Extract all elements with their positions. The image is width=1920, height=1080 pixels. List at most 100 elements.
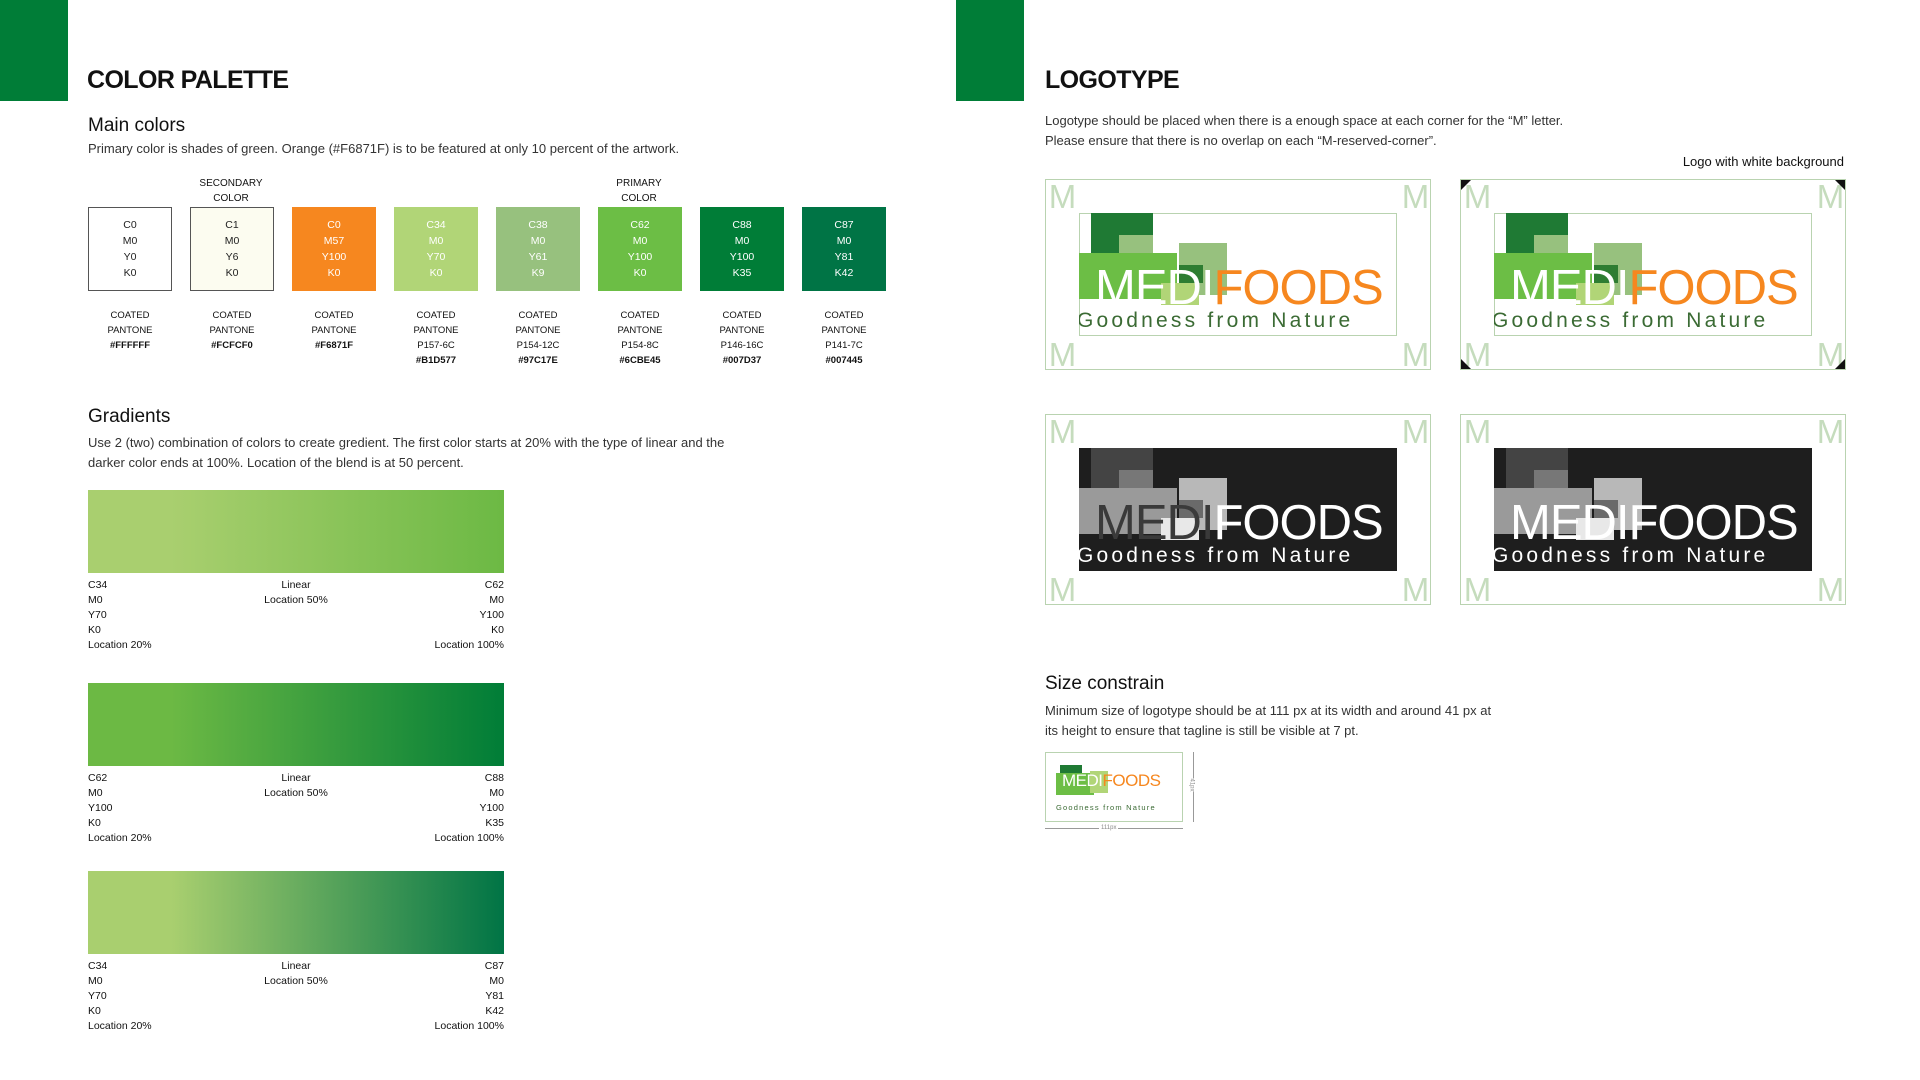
logo-artwork: MEDIFOODS Goodness from Nature [1079, 448, 1397, 571]
caption-line: COATED [212, 310, 252, 321]
gradient-center-values: Linear Location 50% [246, 578, 346, 608]
cmyk-value: C88 [732, 219, 752, 231]
corner-marker [1461, 180, 1471, 190]
logo-artwork: MEDIFOODS Goodness from Nature [1494, 213, 1812, 336]
caption-line: COATED [620, 310, 660, 321]
caption-line: PANTONE [617, 325, 663, 336]
swatch-caption: COATED PANTONE P141-7C #007445 [802, 308, 886, 368]
color-swatch: C1 M0 Y6 K0 [190, 207, 274, 291]
caption-line: PANTONE [311, 325, 357, 336]
caption-line: #007D37 [722, 355, 762, 366]
logo-square [1119, 235, 1153, 253]
caption-line: COATED [110, 310, 150, 321]
logo-square [1119, 470, 1153, 488]
caption-line: P141-7C [825, 340, 863, 351]
caption-line: PANTONE [107, 325, 153, 336]
mini-logo-tagline: Goodness from Nature [1056, 803, 1156, 812]
cmyk-value: Y61 [528, 251, 548, 263]
logo-square [1534, 470, 1568, 488]
m-corner-mark: M [1048, 415, 1077, 448]
value-line: M0 [88, 594, 103, 606]
m-corner-mark: M [1048, 573, 1077, 606]
caption-line: #007445 [825, 355, 863, 366]
caption-line: P154-12C [516, 340, 560, 351]
m-corner-mark: M [1463, 415, 1492, 448]
cmyk-value: C1 [225, 219, 239, 231]
logo-artwork: MEDIFOODS Goodness from Nature [1494, 448, 1812, 571]
value-line: K0 [491, 624, 504, 636]
caption-line: #97C17E [518, 355, 558, 366]
logo-square [1534, 235, 1568, 253]
swatch-caption: COATED PANTONE #FFFFFF [88, 308, 172, 353]
main-colors-heading: Main colors [88, 115, 186, 136]
m-corner-mark: M [1048, 338, 1077, 371]
left-accent-tab [0, 0, 68, 101]
caption-line: P157-6C [417, 340, 455, 351]
value-line: Location 20% [88, 832, 152, 844]
value-line: Linear [281, 579, 311, 591]
value-line: Y70 [88, 990, 107, 1002]
height-dimension-label: 41px [1188, 778, 1195, 792]
value-line: C34 [88, 960, 108, 972]
logo-word-medi: MEDI [1095, 261, 1214, 315]
value-line: Location 100% [434, 832, 504, 844]
m-corner-mark: M [1816, 415, 1845, 448]
color-swatch: C38 M0 Y61 K9 [496, 207, 580, 291]
caption-line: COATED [518, 310, 558, 321]
corner-marker [1835, 359, 1845, 369]
logo-card: M M M M MEDIFOODS Goodness from Nature [1045, 414, 1431, 606]
cmyk-value: Y81 [834, 251, 854, 263]
logotype-title: LOGOTYPE [1045, 66, 1180, 94]
swatch-caption: COATED PANTONE #F6871F [292, 308, 376, 353]
size-constrain-description: Minimum size of logotype should be at 11… [1045, 703, 1492, 738]
caption-line: PANTONE [209, 325, 255, 336]
value-line: Y100 [88, 802, 113, 814]
minimum-size-logo: MEDIFOODS Goodness from Nature 111px 41px [1045, 752, 1195, 834]
cmyk-value: C87 [834, 219, 854, 231]
gradients-heading: Gradients [88, 406, 171, 427]
logo-word-medi: MEDI [1510, 496, 1629, 550]
logo-word-foods: FOODS [1628, 496, 1799, 550]
value-line: M0 [489, 787, 504, 799]
m-corner-mark: M [1463, 573, 1492, 606]
mini-logo-card: MEDIFOODS Goodness from Nature [1045, 752, 1183, 822]
swatch-caption: COATED PANTONE P157-6C #B1D577 [394, 308, 478, 368]
mini-word-foods: FOODS [1102, 771, 1161, 790]
caption-line: #FFFFFF [109, 340, 151, 351]
logo-tagline: Goodness from Nature [1494, 309, 1769, 332]
value-line: Location 20% [88, 1020, 152, 1032]
cmyk-value: C0 [123, 219, 137, 231]
caption-line: COATED [416, 310, 456, 321]
primary-color-label: PRIMARY COLOR [616, 178, 662, 204]
value-line: M0 [489, 975, 504, 987]
logo-tagline: Goodness from Nature [1494, 544, 1769, 567]
value-line: Location 100% [434, 1020, 504, 1032]
value-line: C34 [88, 579, 108, 591]
mini-logo-wordmark: MEDIFOODS [1062, 771, 1161, 791]
logo-wordmark: MEDIFOODS [1510, 496, 1799, 550]
cmyk-value: M0 [632, 235, 648, 247]
color-swatch: C87 M0 Y81 K42 [802, 207, 886, 291]
logo-card: M M M M MEDIFOODS Goodness from Nature [1460, 179, 1846, 371]
caption-line: PANTONE [413, 325, 459, 336]
cmyk-value: K0 [225, 267, 239, 279]
cmyk-value: M0 [836, 235, 852, 247]
value-line: C62 [88, 772, 108, 784]
cmyk-value: C38 [528, 219, 548, 231]
value-line: Location 20% [88, 639, 152, 651]
width-dimension-label: 111px [1099, 825, 1119, 831]
corner-marker [1835, 180, 1845, 190]
caption-line: COATED [722, 310, 762, 321]
cmyk-value: K0 [429, 267, 443, 279]
value-line: C88 [484, 772, 504, 784]
value-line: C87 [484, 960, 504, 972]
caption-line: P154-8C [621, 340, 659, 351]
value-line: Location 50% [264, 594, 328, 606]
caption-line: PANTONE [719, 325, 765, 336]
value-line: Linear [281, 772, 311, 784]
gradient-center-values: Linear Location 50% [246, 771, 346, 801]
value-line: Location 50% [264, 975, 328, 987]
gradient-left-values: C34 M0 Y70 K0 Location 20% [88, 959, 152, 1034]
value-line: M0 [88, 787, 103, 799]
cmyk-value: Y70 [426, 251, 446, 263]
